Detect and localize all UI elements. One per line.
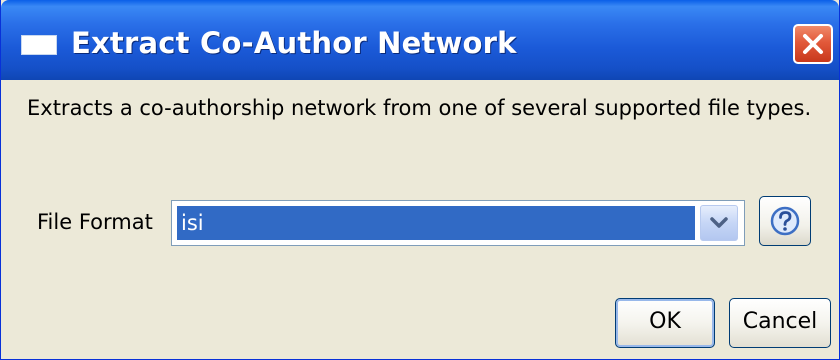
dialog-title: Extract Co-Author Network <box>71 26 517 60</box>
cancel-button[interactable]: Cancel <box>729 298 831 348</box>
file-format-select[interactable]: isi <box>171 200 745 246</box>
help-icon <box>770 206 800 236</box>
dialog-window: Extract Co-Author Network Extracts a co-… <box>0 0 840 360</box>
ok-button[interactable]: OK <box>615 298 715 348</box>
chevron-down-icon <box>710 217 728 228</box>
close-button[interactable] <box>793 24 833 64</box>
help-button[interactable] <box>759 196 811 246</box>
window-icon <box>21 35 57 55</box>
close-icon <box>803 34 823 54</box>
file-format-value[interactable]: isi <box>177 206 695 240</box>
dropdown-button[interactable] <box>700 205 738 241</box>
title-bar[interactable]: Extract Co-Author Network <box>1 0 839 80</box>
file-format-label: File Format <box>37 210 153 234</box>
dialog-description: Extracts a co-authorship network from on… <box>27 96 812 120</box>
